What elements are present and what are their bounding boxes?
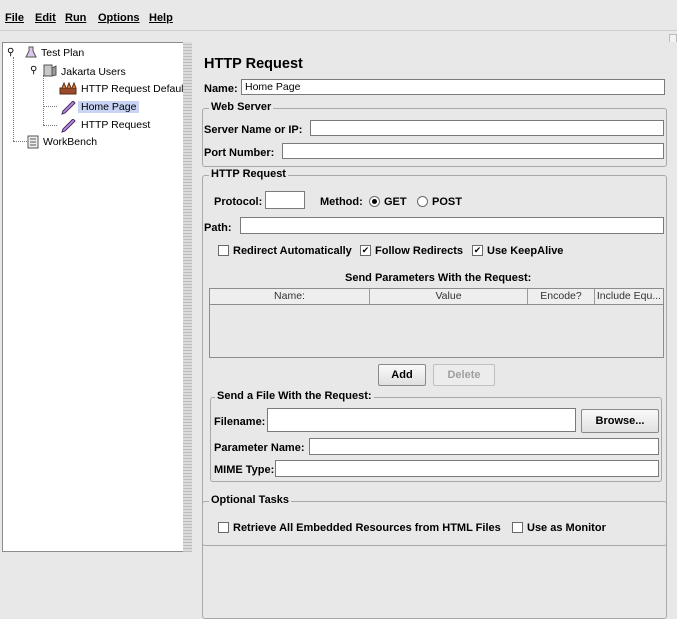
- filename-label: Filename:: [214, 416, 266, 428]
- test-tree: ⚲ Test Plan ⚲ Jakarta Users HTTP Request…: [2, 42, 192, 552]
- keepalive-checkbox[interactable]: ✔: [472, 245, 483, 256]
- flask-icon: [25, 46, 37, 59]
- menu-run[interactable]: Run: [65, 12, 86, 24]
- expand-key-icon[interactable]: ⚲: [7, 47, 14, 58]
- params-table[interactable]: Name: Value Encode? Include Equ...: [209, 288, 664, 358]
- mime-type-field[interactable]: [275, 460, 659, 477]
- method-get-radio[interactable]: [369, 196, 380, 207]
- optional-tasks-title: Optional Tasks: [209, 494, 292, 506]
- menu-file[interactable]: File: [5, 12, 24, 24]
- tree-line: [43, 75, 44, 125]
- add-button[interactable]: Add: [378, 364, 426, 386]
- config-element-icon: [59, 81, 77, 96]
- http-request-group-title: HTTP Request: [209, 168, 288, 180]
- http-request-panel: HTTP Request Name: Home Page Web Server …: [193, 42, 677, 619]
- path-field[interactable]: [240, 217, 664, 234]
- delete-button[interactable]: Delete: [433, 364, 495, 386]
- menu-options[interactable]: Options: [98, 12, 140, 24]
- mime-type-label: MIME Type:: [214, 464, 275, 476]
- tree-item-workbench[interactable]: WorkBench: [43, 136, 97, 148]
- send-file-title: Send a File With the Request:: [215, 390, 374, 402]
- params-title: Send Parameters With the Request:: [345, 272, 532, 284]
- follow-redirects-label: Follow Redirects: [375, 245, 464, 257]
- server-label: Server Name or IP:: [204, 124, 303, 136]
- retrieve-resources-label: Retrieve All Embedded Resources from HTM…: [233, 522, 501, 534]
- tree-line: [43, 125, 57, 126]
- path-label: Path:: [204, 222, 232, 234]
- menu-bar: File Edit Run Options Help: [0, 0, 677, 31]
- tree-line: [13, 57, 14, 141]
- pen-icon: [60, 118, 76, 133]
- parameter-name-label: Parameter Name:: [214, 442, 305, 454]
- tree-item-home-page[interactable]: Home Page: [78, 101, 140, 113]
- tree-item-jakarta-users[interactable]: Jakarta Users: [61, 66, 126, 78]
- expand-key-icon[interactable]: ⚲: [30, 65, 37, 76]
- server-name-field[interactable]: [310, 120, 664, 136]
- method-label: Method:: [320, 196, 363, 208]
- keepalive-label: Use KeepAlive: [487, 245, 564, 257]
- pen-icon: [60, 100, 76, 115]
- follow-redirects-checkbox[interactable]: ✔: [360, 245, 371, 256]
- tree-line: [43, 106, 57, 107]
- port-number-field[interactable]: [282, 143, 664, 159]
- filename-field[interactable]: [267, 408, 576, 432]
- menu-edit[interactable]: Edit: [35, 12, 56, 24]
- tree-item-test-plan[interactable]: Test Plan: [41, 47, 84, 59]
- browse-button[interactable]: Browse...: [581, 409, 659, 433]
- use-as-monitor-checkbox[interactable]: [512, 522, 523, 533]
- name-label: Name:: [204, 83, 238, 95]
- column-name[interactable]: Name:: [210, 289, 370, 304]
- retrieve-resources-checkbox[interactable]: [218, 522, 229, 533]
- pane-splitter[interactable]: [183, 42, 192, 552]
- method-post-radio[interactable]: [417, 196, 428, 207]
- column-encode[interactable]: Encode?: [528, 289, 595, 304]
- thread-group-icon: [43, 64, 57, 78]
- redirect-auto-label: Redirect Automatically: [233, 245, 352, 257]
- parameter-name-field[interactable]: [309, 438, 659, 455]
- protocol-field[interactable]: [265, 191, 305, 209]
- tree-line: [13, 141, 27, 142]
- port-label: Port Number:: [204, 147, 275, 159]
- method-post-label: POST: [432, 196, 462, 208]
- redirect-auto-checkbox[interactable]: [218, 245, 229, 256]
- column-value[interactable]: Value: [370, 289, 528, 304]
- method-get-label: GET: [384, 196, 407, 208]
- menu-help[interactable]: Help: [149, 12, 173, 24]
- column-include-equals[interactable]: Include Equ...: [595, 289, 663, 304]
- workbench-icon: [27, 135, 39, 149]
- name-field[interactable]: Home Page: [241, 79, 665, 95]
- web-server-title: Web Server: [209, 101, 274, 113]
- panel-title: HTTP Request: [204, 56, 303, 72]
- protocol-label: Protocol:: [214, 196, 263, 208]
- tree-item-http-request[interactable]: HTTP Request: [81, 119, 150, 131]
- tree-item-http-defaults[interactable]: HTTP Request Defaults: [81, 83, 192, 95]
- use-as-monitor-label: Use as Monitor: [527, 522, 606, 534]
- params-table-header: Name: Value Encode? Include Equ...: [210, 289, 663, 305]
